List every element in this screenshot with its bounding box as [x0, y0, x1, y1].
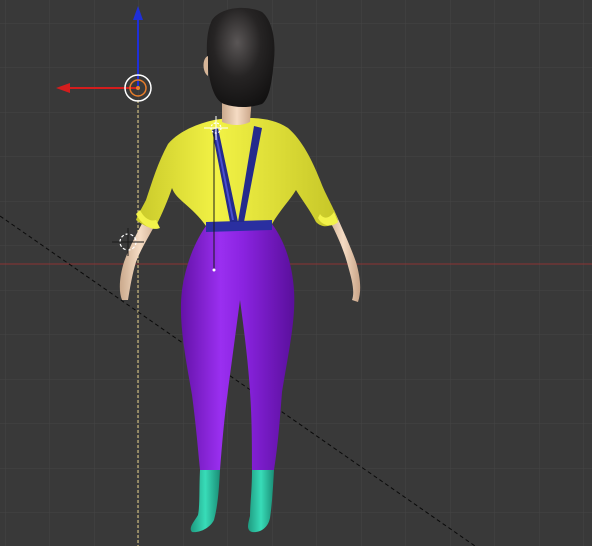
origin-dot — [212, 268, 216, 272]
3d-viewport[interactable] — [0, 0, 592, 546]
viewport-grid — [0, 0, 592, 546]
gizmo-center[interactable] — [136, 86, 140, 90]
hair — [206, 7, 275, 107]
origin-marker-icon — [212, 268, 216, 272]
viewport-canvas[interactable] — [0, 0, 592, 546]
